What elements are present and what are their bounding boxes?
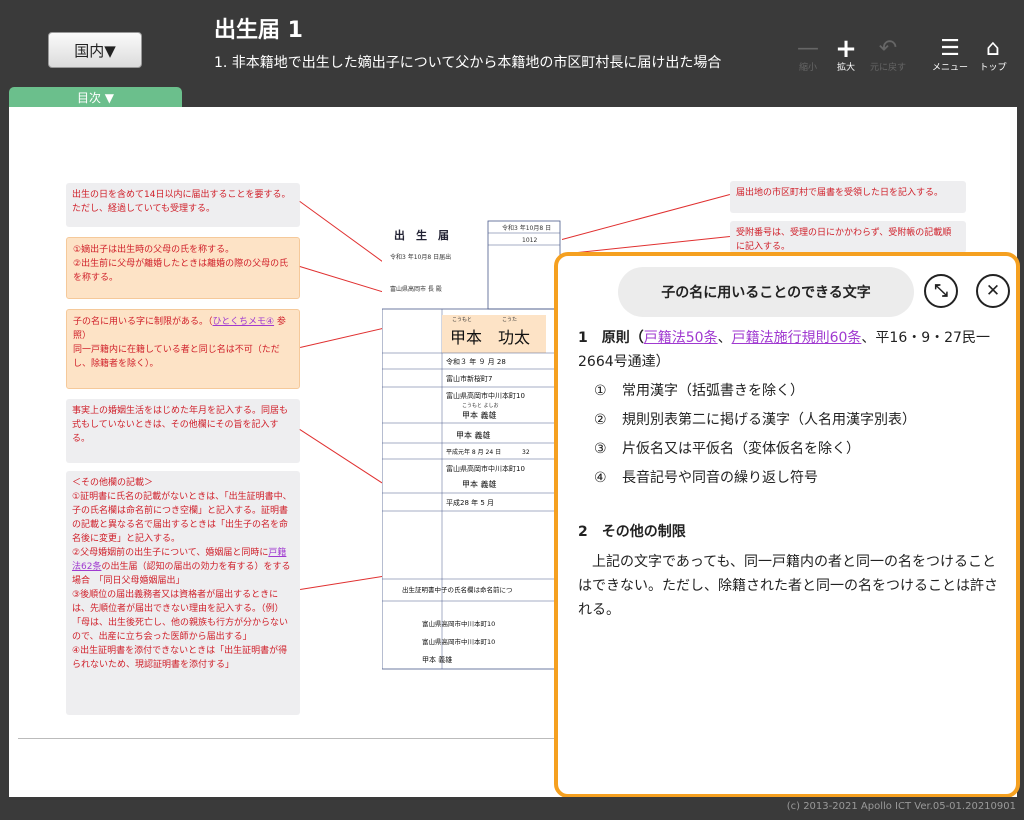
copyright-text: (c) 2013-2021 Apollo ICT Ver.05-01.20210…	[786, 801, 1016, 812]
leader-line	[553, 194, 730, 243]
memo-link[interactable]: ひとくちメモ④	[213, 317, 275, 327]
form-notifier-addr: 富山県高岡市中川本町10	[422, 619, 495, 628]
close-icon[interactable]: ✕	[976, 274, 1010, 308]
minus-icon: —	[797, 36, 819, 61]
hamburger-icon: ☰	[940, 36, 960, 61]
form-notifier-name: 甲本 義雄	[422, 655, 452, 664]
page-subtitle: 1. 非本籍地で出生した嫡出子について父から本籍地の市区町村長に届け出た場合	[214, 55, 722, 71]
home-icon: ⌂	[986, 36, 1000, 61]
note-deadline: 出生の日を含めて14日以内に届出することを要する。ただし、経過していても受理する…	[66, 183, 300, 227]
note-receipt-date: 届出地の市区町村で届書を受領した日を記入する。	[730, 181, 966, 213]
note-other-field: ＜その他欄の記載＞ ①証明書に氏名の記載がないときは、「出生証明書中、子の氏名欄…	[66, 471, 300, 715]
leader-line	[300, 574, 393, 590]
koseki-rule-60-link[interactable]: 戸籍法施行規則60条	[732, 330, 862, 346]
note-child-name: 子の名に用いる字に制限がある。（ひとくちメモ④ 参照） 同一戸籍内に在籍している…	[66, 309, 300, 389]
section-other-restrictions: 2 その他の制限	[578, 524, 686, 540]
top-button[interactable]: ⌂ トップ	[973, 38, 1013, 74]
region-select-button[interactable]: 国内▼	[48, 32, 142, 68]
form-date: 令和3 年10月8 日届出	[390, 253, 451, 261]
note-cohabitation: 事実上の婚姻生活をはじめた年月を記入する。同居も式もしていないときは、その他欄に…	[66, 399, 300, 463]
popup-title: 子の名に用いることのできる文字	[618, 267, 914, 317]
zoom-button[interactable]: + 拡大	[826, 34, 866, 74]
note-surname: ①嫡出子は出生時の父母の氏を称する。 ②出生前に父母が離婚したときは離婚の際の父…	[66, 237, 300, 299]
birth-registration-form: 出 生 届 令和3 年10月8 日届出 富山県高岡市 長 殿 令和3 年10月8…	[382, 171, 562, 676]
undo-icon: ↶	[878, 36, 898, 61]
popup-body: 1 原則（戸籍法50条、戸籍法施行規則60条、平16・9・27民一2664号通達…	[578, 326, 998, 622]
leader-line	[299, 201, 386, 265]
list-item: ③ 片仮名又は平仮名（変体仮名を除く）	[594, 441, 860, 457]
form-head: 甲本 義雄	[462, 410, 497, 420]
koseki-law-50-link[interactable]: 戸籍法50条	[644, 330, 718, 346]
form-father: 甲本 義雄	[456, 430, 491, 440]
form-furi-mei: こうた	[502, 317, 517, 323]
list-item: ④ 長音記号や同音の繰り返し符号	[594, 470, 818, 486]
form-recv-no: 1012	[522, 237, 537, 244]
form-father-age: 32	[522, 449, 530, 456]
form-child-mei: 功太	[498, 328, 530, 347]
section-principle: 1 原則（戸籍法50条、戸籍法施行規則60条、平16・9・27民一2664号通達…	[578, 330, 990, 370]
form-cohab: 平成28 年 5 月	[446, 498, 494, 507]
form-title: 出 生 届	[394, 228, 449, 242]
form-notifier-honseki: 富山県高岡市中川本町10	[422, 637, 495, 646]
form-father-birth: 平成元年 8 月 24 日	[446, 448, 501, 456]
shrink-button[interactable]: — 縮小	[788, 38, 828, 74]
popup-panel: 子の名に用いることのできる文字 ⤡ ✕ 1 原則（戸籍法50条、戸籍法施行規則6…	[554, 252, 1020, 798]
toc-tab[interactable]: 目次 ▼	[9, 87, 182, 108]
section-other-body: 上記の文字であっても、同一戸籍内の者と同一の名をつけることはできない。ただし、除…	[578, 554, 998, 618]
plus-icon: +	[835, 34, 857, 64]
list-item: ② 規則別表第二に掲げる漢字（人名用漢字別表）	[594, 412, 916, 428]
menu-button[interactable]: ☰ メニュー	[930, 38, 970, 74]
form-honseki-head: 甲本 義雄	[462, 479, 497, 489]
form-birth-date: 令和３ 年 ９ 月 28	[446, 357, 506, 366]
form-birth-place: 富山市新桜町7	[446, 374, 492, 383]
form-child-sei: 甲本	[450, 328, 482, 347]
form-honseki: 富山県高岡市中川本町10	[446, 464, 525, 473]
form-other: 出生証明書中子の氏名欄は命名前につ	[402, 585, 513, 594]
minimize-icon[interactable]: ⤡	[924, 274, 958, 308]
page-title: 出生届 1	[214, 18, 303, 43]
form-furi-father: こうもと よしお	[462, 402, 499, 409]
footer-bar: (c) 2013-2021 Apollo ICT Ver.05-01.20210…	[0, 797, 1024, 820]
form-furi-sei: こうもと	[452, 317, 472, 323]
form-recv-date: 令和3 年10月8 日	[502, 224, 551, 232]
form-address: 富山県高岡市中川本町10	[446, 391, 525, 400]
note-receipt-number: 受附番号は、受理の日にかかわらず、受附帳の記載順に記入する。	[730, 221, 966, 253]
list-item: ① 常用漢字（括弧書きを除く）	[594, 383, 804, 399]
form-office: 富山県高岡市 長 殿	[390, 285, 442, 293]
undo-button[interactable]: ↶ 元に戻す	[868, 38, 908, 74]
